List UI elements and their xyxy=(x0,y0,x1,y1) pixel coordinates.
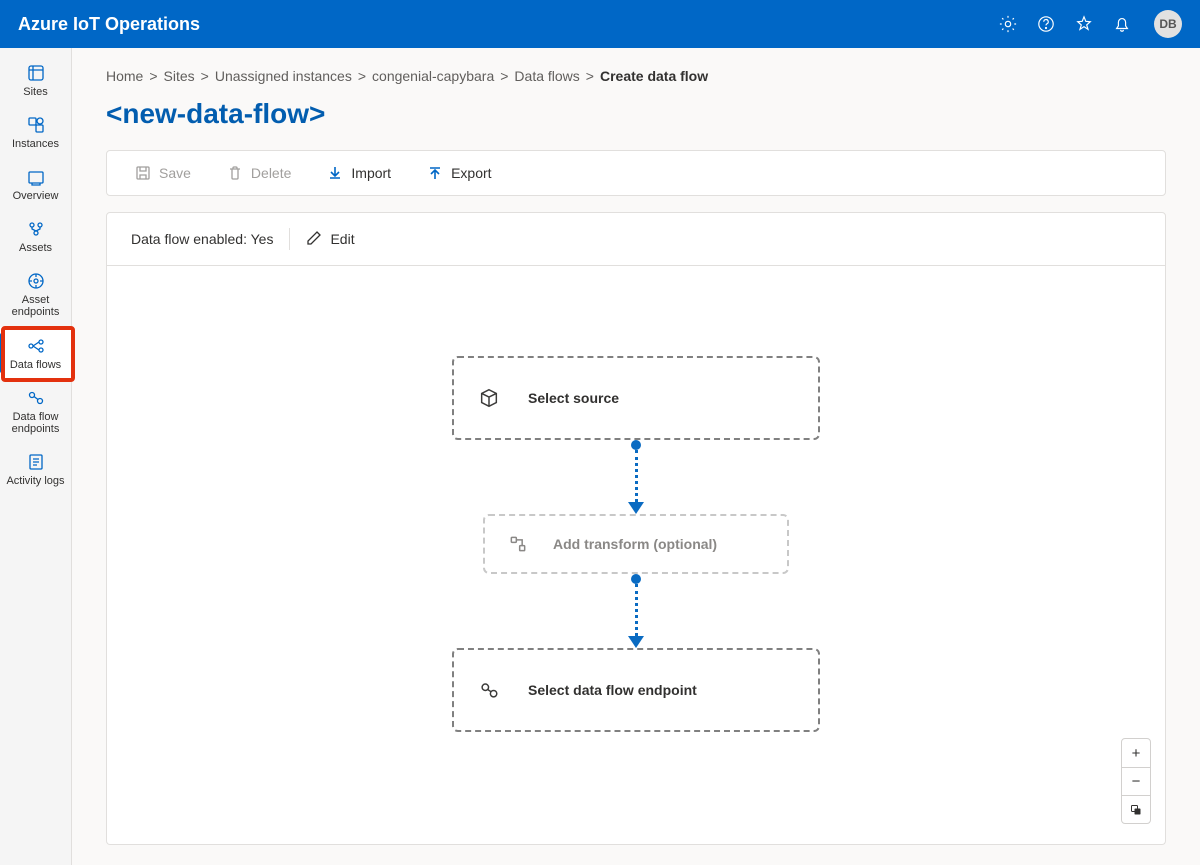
app-header: Azure IoT Operations DB xyxy=(0,0,1200,48)
feedback-icon[interactable] xyxy=(1074,14,1094,34)
edit-label: Edit xyxy=(330,231,354,247)
breadcrumb-item[interactable]: congenial-capybara xyxy=(372,68,494,84)
export-button[interactable]: Export xyxy=(427,165,491,181)
export-label: Export xyxy=(451,165,491,181)
import-label: Import xyxy=(351,165,391,181)
page-title: <new-data-flow> xyxy=(106,98,1166,130)
main-content: Home> Sites> Unassigned instances> conge… xyxy=(72,48,1200,865)
select-endpoint-node[interactable]: Select data flow endpoint xyxy=(452,648,820,732)
zoom-in-button[interactable]: + xyxy=(1122,739,1150,767)
breadcrumb-item[interactable]: Sites xyxy=(164,68,195,84)
delete-button: Delete xyxy=(227,165,291,181)
sidebar-item-overview[interactable]: Overview xyxy=(0,158,71,210)
zoom-out-button[interactable]: − xyxy=(1122,767,1150,795)
assets-icon xyxy=(25,218,47,240)
help-icon[interactable] xyxy=(1036,14,1056,34)
save-button: Save xyxy=(135,165,191,181)
breadcrumb-item[interactable]: Home xyxy=(106,68,143,84)
flow-diagram: Select source Add transform (optional) xyxy=(452,356,820,732)
transform-label: Add transform (optional) xyxy=(553,536,717,552)
sidebar-item-data-flow-endpoints[interactable]: Data flow endpoints xyxy=(0,379,71,443)
status-bar: Data flow enabled: Yes Edit xyxy=(106,212,1166,266)
gear-icon[interactable] xyxy=(998,14,1018,34)
flow-canvas[interactable]: Select source Add transform (optional) xyxy=(106,266,1166,845)
breadcrumb-item[interactable]: Unassigned instances xyxy=(215,68,352,84)
connector xyxy=(635,440,637,514)
import-icon xyxy=(327,165,343,181)
asset-endpoints-icon xyxy=(25,270,47,292)
sidebar-item-data-flows[interactable]: Data flows xyxy=(0,327,71,379)
breadcrumb: Home> Sites> Unassigned instances> conge… xyxy=(106,68,1166,84)
sidebar-label: Asset endpoints xyxy=(2,294,69,318)
sidebar-label: Overview xyxy=(13,190,59,202)
activity-logs-icon xyxy=(25,451,47,473)
overview-icon xyxy=(25,166,47,188)
divider xyxy=(289,228,290,250)
edit-button[interactable]: Edit xyxy=(306,230,354,249)
endpoint-icon xyxy=(478,679,500,701)
breadcrumb-item[interactable]: Data flows xyxy=(514,68,579,84)
delete-label: Delete xyxy=(251,165,291,181)
save-label: Save xyxy=(159,165,191,181)
data-flow-enabled-status: Data flow enabled: Yes xyxy=(131,231,273,247)
edit-icon xyxy=(306,230,322,249)
sidebar-item-assets[interactable]: Assets xyxy=(0,210,71,262)
avatar[interactable]: DB xyxy=(1154,10,1182,38)
export-icon xyxy=(427,165,443,181)
add-transform-node[interactable]: Add transform (optional) xyxy=(483,514,789,574)
sidebar-item-activity-logs[interactable]: Activity logs xyxy=(0,443,71,495)
source-label: Select source xyxy=(528,390,619,406)
import-button[interactable]: Import xyxy=(327,165,391,181)
zoom-fit-button[interactable] xyxy=(1122,795,1150,823)
save-icon xyxy=(135,165,151,181)
sidebar-label: Instances xyxy=(12,138,59,150)
app-title: Azure IoT Operations xyxy=(18,14,998,35)
cube-icon xyxy=(478,387,500,409)
trash-icon xyxy=(227,165,243,181)
connector xyxy=(635,574,637,648)
data-flow-endpoints-icon xyxy=(25,387,47,409)
sidebar-label: Data flow endpoints xyxy=(2,411,69,435)
transform-icon xyxy=(507,533,529,555)
bell-icon[interactable] xyxy=(1112,14,1132,34)
toolbar: Save Delete Import Export xyxy=(106,150,1166,196)
sidebar-item-instances[interactable]: Instances xyxy=(0,106,71,158)
instances-icon xyxy=(25,114,47,136)
sidebar-label: Sites xyxy=(23,86,47,98)
zoom-controls: + − xyxy=(1121,738,1151,824)
sites-icon xyxy=(25,62,47,84)
breadcrumb-current: Create data flow xyxy=(600,68,708,84)
data-flows-icon xyxy=(25,335,47,357)
sidebar-item-sites[interactable]: Sites xyxy=(0,54,71,106)
select-source-node[interactable]: Select source xyxy=(452,356,820,440)
sidebar-label: Activity logs xyxy=(6,475,64,487)
header-actions: DB xyxy=(998,10,1182,38)
sidebar: Sites Instances Overview Assets Asset en… xyxy=(0,48,72,865)
endpoint-label: Select data flow endpoint xyxy=(528,682,697,698)
sidebar-label: Assets xyxy=(19,242,52,254)
sidebar-label: Data flows xyxy=(10,359,61,371)
sidebar-item-asset-endpoints[interactable]: Asset endpoints xyxy=(0,262,71,326)
